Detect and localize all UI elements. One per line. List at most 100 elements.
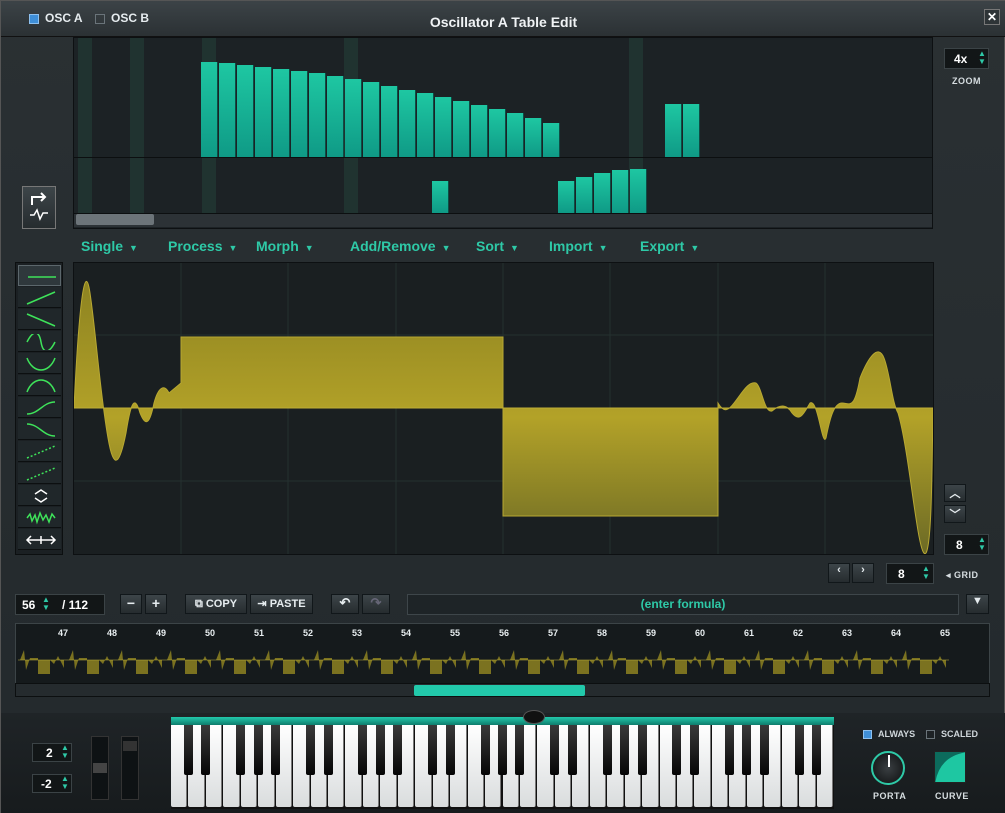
harmonics-editor[interactable] — [73, 37, 933, 229]
frame-thumbnail[interactable] — [606, 640, 655, 684]
black-key[interactable] — [480, 725, 490, 775]
harmonic-bar[interactable] — [201, 62, 218, 157]
black-key[interactable] — [620, 725, 630, 775]
menu-single[interactable]: Single ▼ — [81, 238, 138, 254]
mode-toggle-button[interactable] — [22, 186, 56, 229]
harmonic-bar[interactable] — [665, 104, 682, 157]
spinner-icon[interactable]: ▲ ▼ — [61, 775, 69, 791]
harmonic-phase-bar[interactable] — [576, 177, 593, 213]
half-sine-down-tool[interactable] — [18, 353, 61, 374]
black-key[interactable] — [794, 725, 804, 775]
curve-control[interactable] — [934, 751, 966, 783]
grid-select[interactable]: 8 ▲ ▼ — [944, 534, 989, 555]
scaled-toggle[interactable]: SCALED — [926, 729, 978, 740]
spinner-icon[interactable]: ▲ ▼ — [978, 536, 986, 552]
sine-tool[interactable] — [18, 331, 61, 352]
expand-tool[interactable] — [18, 485, 61, 506]
copy-button[interactable]: ⧉ COPY — [185, 594, 247, 614]
black-key[interactable] — [183, 725, 193, 775]
harmonics-scrollbar[interactable] — [74, 213, 932, 227]
black-key[interactable] — [306, 725, 316, 775]
frame-thumbnail[interactable] — [508, 640, 557, 684]
spinner-icon[interactable]: ▲ ▼ — [42, 596, 50, 612]
harmonic-bar[interactable] — [525, 118, 542, 157]
black-key[interactable] — [236, 725, 246, 775]
shift-up-button[interactable]: ︿ — [944, 484, 966, 502]
menu-add-remove[interactable]: Add/Remove ▼ — [350, 238, 451, 254]
black-key[interactable] — [375, 725, 385, 775]
next-button[interactable]: › — [852, 563, 874, 583]
always-checkbox[interactable] — [863, 730, 872, 740]
harmonic-bar[interactable] — [363, 82, 380, 157]
black-key[interactable] — [515, 725, 525, 775]
frame-current[interactable]: 56 — [22, 598, 35, 612]
formula-input[interactable]: (enter formula) — [407, 594, 959, 615]
stretch-tool[interactable] — [18, 529, 61, 550]
dashed-ramp-tool[interactable] — [18, 441, 61, 462]
harmonic-bar[interactable] — [507, 113, 524, 157]
black-key[interactable] — [428, 725, 438, 775]
harmonic-phase-bar[interactable] — [612, 170, 629, 213]
black-key[interactable] — [567, 725, 577, 775]
remove-frame-button[interactable]: − — [120, 594, 142, 614]
spinner-icon[interactable]: ▲ ▼ — [922, 565, 930, 581]
frame-thumbnail[interactable] — [900, 640, 949, 684]
waveform-editor[interactable] — [73, 262, 934, 555]
harmonic-bar[interactable] — [219, 63, 236, 157]
dashed-ramp-2-tool[interactable] — [18, 463, 61, 484]
piano-keyboard[interactable] — [171, 725, 834, 809]
harmonic-bar[interactable] — [273, 69, 290, 157]
spinner-icon[interactable]: ▲ ▼ — [978, 50, 986, 66]
frame-thumbnail[interactable] — [116, 640, 165, 684]
frame-thumbnail[interactable] — [312, 640, 361, 684]
menu-morph[interactable]: Morph ▼ — [256, 238, 314, 254]
harmonic-phase-bar[interactable] — [558, 181, 575, 213]
add-frame-button[interactable]: + — [145, 594, 167, 614]
frame-thumbnail[interactable] — [361, 640, 410, 684]
black-key[interactable] — [724, 725, 734, 775]
harmonic-bar[interactable] — [435, 97, 452, 157]
menu-import[interactable]: Import ▼ — [549, 238, 607, 254]
harmonic-bar[interactable] — [291, 71, 308, 157]
keyboard-slider-knob[interactable] — [523, 710, 545, 724]
harmonic-bar[interactable] — [453, 101, 470, 157]
menu-sort[interactable]: Sort ▼ — [476, 238, 519, 254]
undo-button[interactable]: ↶ — [331, 594, 359, 614]
redo-button[interactable]: ↷ — [362, 594, 390, 614]
mod-wheel[interactable] — [121, 736, 139, 800]
frame-thumbnail[interactable] — [704, 640, 753, 684]
black-key[interactable] — [201, 725, 211, 775]
pitch-wheel[interactable] — [91, 736, 109, 800]
s-curve-down-tool[interactable] — [18, 419, 61, 440]
harmonic-bar[interactable] — [309, 73, 326, 157]
black-key[interactable] — [742, 725, 752, 775]
black-key[interactable] — [253, 725, 263, 775]
menu-export[interactable]: Export ▼ — [640, 238, 699, 254]
harmonic-bar[interactable] — [399, 90, 416, 157]
frame-strip-scrollbar[interactable] — [15, 683, 990, 697]
harmonic-bar[interactable] — [255, 67, 272, 157]
frame-thumbnail[interactable] — [557, 640, 606, 684]
snap-select[interactable]: 8 ▲ ▼ — [886, 563, 934, 584]
harmonics-scroll-thumb[interactable] — [76, 214, 154, 225]
black-key[interactable] — [689, 725, 699, 775]
pitch-range-down[interactable]: -2 ▲ ▼ — [32, 774, 72, 793]
harmonic-phase-bar[interactable] — [594, 173, 611, 213]
frame-thumbnail[interactable] — [459, 640, 508, 684]
close-icon[interactable]: ✕ — [984, 9, 1000, 25]
harmonic-bar[interactable] — [327, 76, 344, 157]
frame-thumbnail[interactable] — [18, 640, 67, 684]
spinner-icon[interactable]: ▲ ▼ — [61, 744, 69, 760]
black-key[interactable] — [812, 725, 822, 775]
black-key[interactable] — [602, 725, 612, 775]
harmonic-bar[interactable] — [381, 86, 398, 157]
harmonic-phase-bar[interactable] — [432, 181, 449, 213]
ramp-up-tool[interactable] — [18, 287, 61, 308]
frame-thumbnail[interactable] — [655, 640, 704, 684]
half-sine-up-tool[interactable] — [18, 375, 61, 396]
zoom-select[interactable]: 4x ▲ ▼ — [944, 48, 989, 69]
frame-thumbnail[interactable] — [67, 640, 116, 684]
black-key[interactable] — [637, 725, 647, 775]
frame-thumbnail[interactable] — [802, 640, 851, 684]
frame-strip-scroll-thumb[interactable] — [414, 685, 585, 696]
